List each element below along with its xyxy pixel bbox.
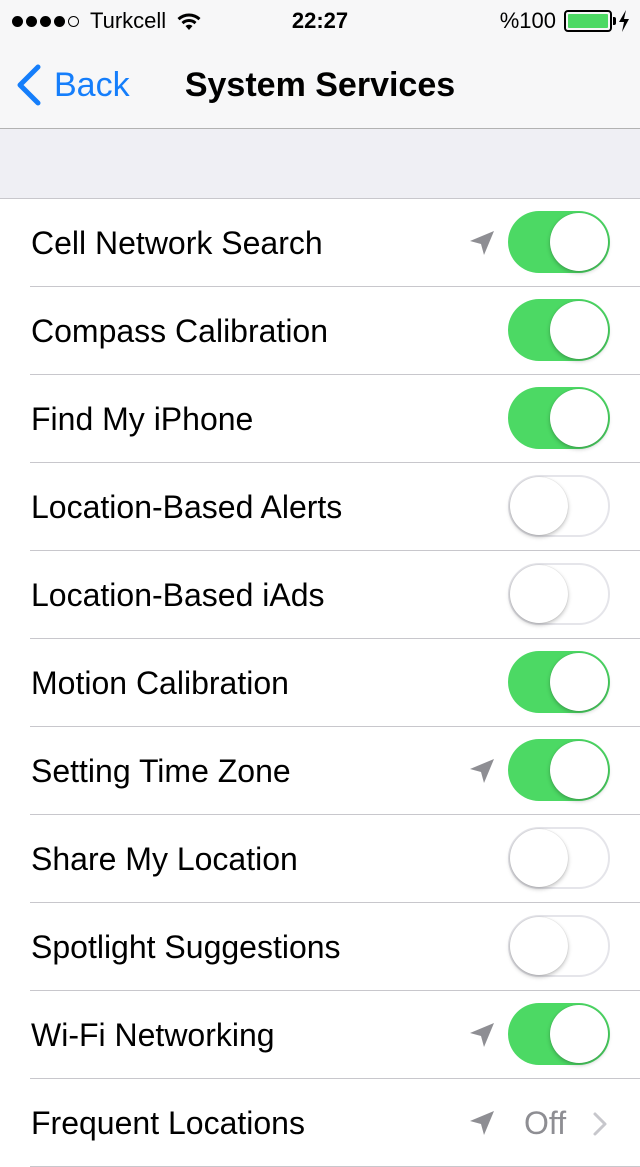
battery-fill (568, 14, 608, 28)
toggle-find-my-iphone[interactable] (508, 387, 610, 449)
setting-label: Location-Based Alerts (31, 489, 343, 525)
toggle-compass-calibration[interactable] (508, 299, 610, 361)
setting-label: Share My Location (31, 841, 298, 877)
page-title: System Services (184, 66, 456, 104)
status-right: %100 (500, 6, 630, 36)
status-bar: Turkcell 22:27 %100 (0, 0, 640, 40)
chevron-right-icon (592, 1111, 608, 1137)
toggle-knob (510, 829, 568, 887)
setting-row-location-based-iads: Location-Based iAds (0, 551, 640, 639)
setting-row-share-my-location: Share My Location (0, 815, 640, 903)
setting-value: Off (524, 1105, 567, 1141)
toggle-wi-fi-networking[interactable] (508, 1003, 610, 1065)
toggle-share-my-location[interactable] (508, 827, 610, 889)
setting-label: Cell Network Search (31, 225, 323, 261)
setting-label: Location-Based iAds (31, 577, 325, 613)
setting-label: Spotlight Suggestions (31, 929, 341, 965)
setting-label: Frequent Locations (31, 1105, 305, 1141)
setting-row-location-based-alerts: Location-Based Alerts (0, 463, 640, 551)
charging-bolt-icon (619, 10, 629, 32)
setting-row-find-my-iphone: Find My iPhone (0, 375, 640, 463)
setting-label: Find My iPhone (31, 401, 254, 437)
toggle-knob (550, 1005, 608, 1063)
toggle-location-based-alerts[interactable] (508, 475, 610, 537)
toggle-knob (550, 213, 608, 271)
setting-row-wi-fi-networking: Wi-Fi Networking (0, 991, 640, 1079)
location-arrow-icon (466, 1107, 498, 1139)
setting-label: Setting Time Zone (31, 753, 291, 789)
setting-row-compass-calibration: Compass Calibration (0, 287, 640, 375)
settings-list: Cell Network Search Compass Calibration Fi… (0, 198, 640, 1167)
location-arrow-icon (466, 1019, 498, 1051)
setting-label: Compass Calibration (31, 313, 329, 349)
toggle-location-based-iads[interactable] (508, 563, 610, 625)
toggle-knob (510, 477, 568, 535)
toggle-setting-time-zone[interactable] (508, 739, 610, 801)
toggle-spotlight-suggestions[interactable] (508, 915, 610, 977)
setting-label: Wi-Fi Networking (31, 1017, 275, 1053)
setting-row-setting-time-zone: Setting Time Zone (0, 727, 640, 815)
navigation-bar: Back System Services (0, 40, 640, 129)
setting-row-frequent-locations[interactable]: Frequent Locations Off (0, 1079, 640, 1167)
setting-row-spotlight-suggestions: Spotlight Suggestions (0, 903, 640, 991)
toggle-knob (510, 917, 568, 975)
toggle-knob (550, 301, 608, 359)
toggle-knob (550, 741, 608, 799)
setting-label: Motion Calibration (31, 665, 289, 701)
location-arrow-icon (466, 227, 498, 259)
setting-row-cell-network-search: Cell Network Search (0, 199, 640, 287)
toggle-knob (510, 565, 568, 623)
location-arrow-icon (466, 755, 498, 787)
setting-row-motion-calibration: Motion Calibration (0, 639, 640, 727)
battery-icon (564, 10, 616, 32)
toggle-cell-network-search[interactable] (508, 211, 610, 273)
toggle-motion-calibration[interactable] (508, 651, 610, 713)
battery-percent: %100 (499, 8, 556, 33)
toggle-knob (550, 653, 608, 711)
toggle-knob (550, 389, 608, 447)
